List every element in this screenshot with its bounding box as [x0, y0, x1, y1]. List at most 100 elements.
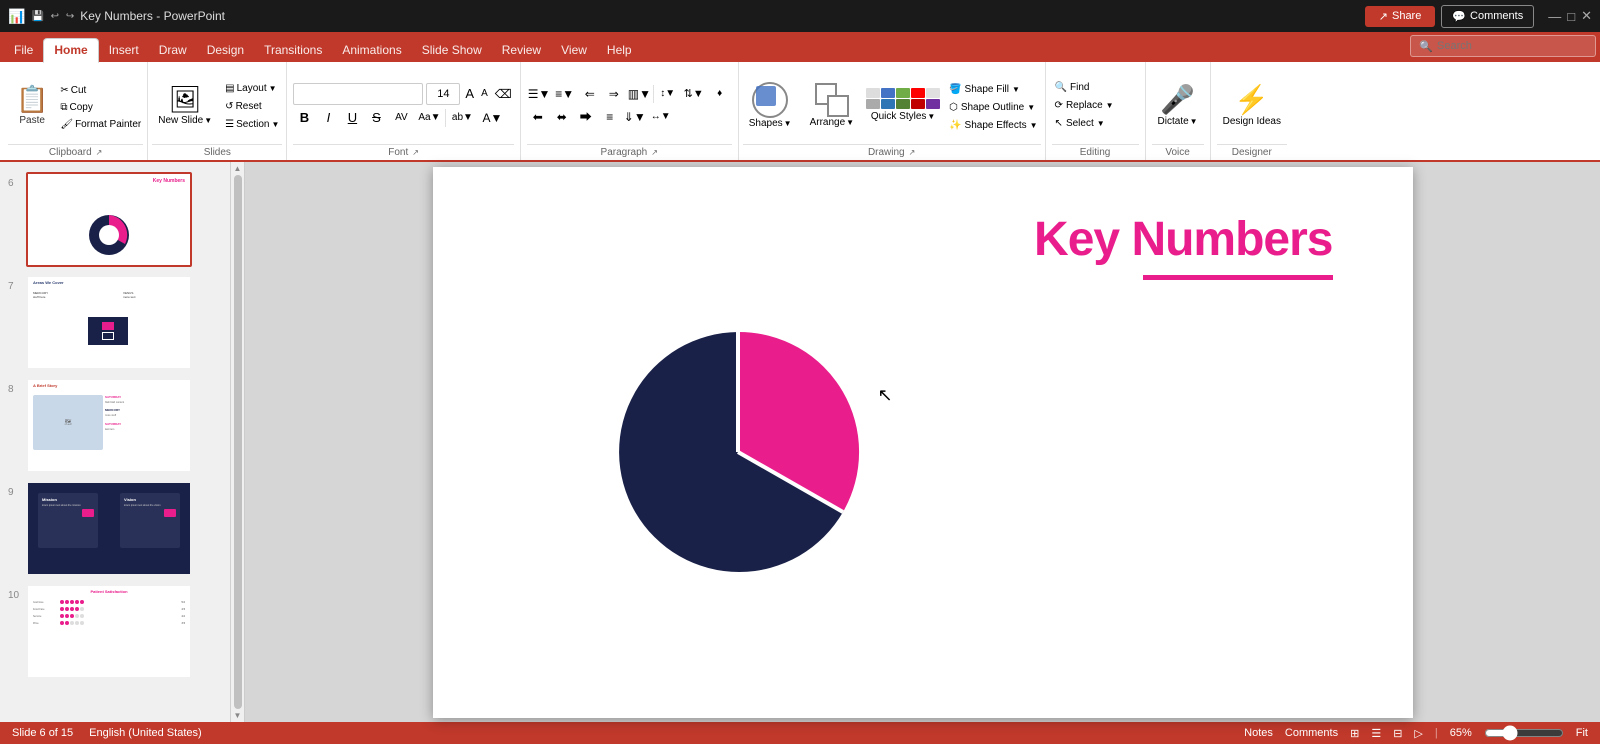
- design-ideas-icon: ⚡: [1234, 83, 1269, 116]
- shapes-button[interactable]: Shapes ▼: [743, 78, 798, 133]
- new-slide-button[interactable]: 🖼 New Slide ▼: [152, 80, 218, 130]
- zoom-slider[interactable]: [1484, 725, 1564, 741]
- search-bar[interactable]: 🔍: [1410, 35, 1596, 57]
- slide-thumb-7[interactable]: 7 Areas We Cover MERCURYstuff here VENUS…: [0, 273, 230, 372]
- cursor: ↖: [878, 385, 893, 406]
- dictate-button[interactable]: 🎤 Dictate ▼: [1152, 79, 1204, 131]
- font-name-input[interactable]: [293, 83, 423, 105]
- slide-thumb-10[interactable]: 10 Patient Satisfaction God Give: [0, 582, 230, 681]
- scroll-thumb[interactable]: [234, 175, 242, 709]
- increase-font-button[interactable]: A: [463, 84, 476, 103]
- slide-canvas-main[interactable]: Key Numbers ↖: [433, 167, 1413, 718]
- maximize-button[interactable]: □: [1567, 9, 1575, 24]
- sort-button[interactable]: ⇅▼: [682, 84, 706, 104]
- close-button[interactable]: ✕: [1581, 8, 1592, 24]
- slide-thumb-6[interactable]: 6 Key Numbers: [0, 170, 230, 269]
- text-case-button[interactable]: Aa▼: [415, 108, 443, 128]
- clear-format-button[interactable]: ⌫: [493, 85, 514, 103]
- select-button[interactable]: ↖ Select ▼: [1052, 116, 1139, 131]
- section-icon: ☰: [225, 119, 234, 130]
- title-bar-left: 📊 💾 ↩ ↪ Key Numbers - PowerPoint: [8, 8, 225, 25]
- tab-slideshow[interactable]: Slide Show: [412, 39, 492, 62]
- tab-draw[interactable]: Draw: [149, 39, 197, 62]
- share-button[interactable]: ↗ Share: [1365, 6, 1436, 27]
- numbering-button[interactable]: ≡▼: [553, 84, 577, 104]
- tab-home[interactable]: Home: [43, 38, 98, 63]
- font-expand-icon[interactable]: ↗: [412, 148, 419, 157]
- tab-file[interactable]: File: [4, 39, 43, 62]
- smartart-button[interactable]: ♦: [708, 84, 732, 104]
- format-painter-button[interactable]: 🖌 Format Painter: [58, 117, 143, 132]
- shape-outline-button[interactable]: ⬡ Shape Outline ▼: [946, 100, 1040, 115]
- slide-canvas-6: Key Numbers: [28, 174, 190, 265]
- view-outline-icon[interactable]: ☰: [1371, 727, 1381, 740]
- find-button[interactable]: 🔍 Find: [1052, 80, 1139, 95]
- copy-button[interactable]: ⧉ Copy: [58, 100, 143, 115]
- redo-icon[interactable]: ↪: [66, 11, 74, 22]
- replace-button[interactable]: ⟳ Replace ▼: [1052, 98, 1139, 113]
- decrease-font-button[interactable]: A: [479, 86, 490, 101]
- shape-effects-arrow: ▼: [1030, 121, 1038, 130]
- slide-thumb-8[interactable]: 8 A Brief Story 🗺 SATURDAY blah blah con…: [0, 376, 230, 475]
- save-icon[interactable]: 💾: [31, 11, 43, 22]
- search-input[interactable]: [1437, 40, 1587, 52]
- slide-panel-scrollbar[interactable]: ▲ ▼: [230, 162, 244, 722]
- strikethrough-button[interactable]: S: [365, 108, 387, 128]
- align-center-button[interactable]: ⬌: [551, 107, 573, 127]
- undo-icon[interactable]: ↩: [51, 11, 59, 22]
- align-right-button[interactable]: ⮕: [575, 107, 597, 127]
- slide8-map: 🗺: [33, 395, 103, 450]
- tab-insert[interactable]: Insert: [99, 39, 149, 62]
- comments-button[interactable]: 💬 Comments: [1441, 5, 1534, 28]
- italic-button[interactable]: I: [317, 108, 339, 128]
- fit-button[interactable]: Fit: [1576, 727, 1588, 739]
- notes-button[interactable]: Notes: [1244, 727, 1273, 739]
- slide-thumb-9[interactable]: 9 Mission lorem ipsum text about the mis…: [0, 479, 230, 578]
- tab-animations[interactable]: Animations: [332, 39, 411, 62]
- char-spacing-button[interactable]: AV: [389, 108, 413, 128]
- underline-button[interactable]: U: [341, 108, 363, 128]
- ribbon-group-designer: ⚡ Design Ideas Designer: [1211, 62, 1293, 160]
- shape-fill-button[interactable]: 🪣 Shape Fill ▼: [946, 82, 1040, 97]
- tab-design[interactable]: Design: [197, 39, 254, 62]
- tab-transitions[interactable]: Transitions: [254, 39, 332, 62]
- font-color-button[interactable]: A▼: [478, 108, 506, 128]
- drawing-expand-icon[interactable]: ↗: [909, 148, 916, 157]
- view-reading-icon[interactable]: ▷: [1414, 727, 1422, 740]
- tab-view[interactable]: View: [551, 39, 597, 62]
- reset-button[interactable]: ↺ Reset: [222, 99, 282, 114]
- cut-button[interactable]: ✂ Cut: [58, 83, 143, 98]
- para-expand-icon[interactable]: ↗: [651, 148, 658, 157]
- highlight-button[interactable]: ab▼: [448, 108, 476, 128]
- clipboard-expand-icon[interactable]: ↗: [96, 148, 103, 157]
- tab-help[interactable]: Help: [597, 39, 642, 62]
- comments-status-button[interactable]: Comments: [1285, 727, 1338, 739]
- layout-button[interactable]: ▤ Layout ▼: [222, 81, 282, 96]
- tab-review[interactable]: Review: [492, 39, 551, 62]
- view-grid-icon[interactable]: ⊟: [1393, 727, 1402, 740]
- minimize-button[interactable]: —: [1548, 9, 1561, 24]
- bullets-button[interactable]: ☰▼: [527, 84, 551, 104]
- bold-button[interactable]: B: [293, 108, 315, 128]
- scroll-up-button[interactable]: ▲: [234, 164, 242, 173]
- paste-button[interactable]: 📋 Paste: [8, 80, 56, 130]
- text-align-button[interactable]: ↔▼: [649, 107, 673, 127]
- scroll-down-button[interactable]: ▼: [234, 711, 242, 720]
- decrease-indent-button[interactable]: ⇐: [579, 84, 601, 104]
- slide-panel-container: 6 Key Numbers 7: [0, 162, 245, 722]
- text-direction-button[interactable]: ⇓▼: [623, 107, 647, 127]
- justify-button[interactable]: ≡: [599, 107, 621, 127]
- align-left-button[interactable]: ⬅: [527, 107, 549, 127]
- font-size-input[interactable]: [426, 83, 460, 105]
- arrange-button[interactable]: Arrange ▼: [804, 79, 861, 132]
- line-spacing-button[interactable]: ↕▼: [656, 84, 680, 104]
- design-ideas-button[interactable]: ⚡ Design Ideas: [1217, 79, 1287, 131]
- paste-icon: 📋: [16, 84, 48, 115]
- shape-effects-button[interactable]: ✨ Shape Effects ▼: [946, 118, 1040, 133]
- increase-indent-button[interactable]: ⇒: [603, 84, 625, 104]
- section-button[interactable]: ☰ Section ▼: [222, 117, 282, 132]
- columns-button[interactable]: ▥▼: [627, 84, 651, 104]
- share-icon: ↗: [1379, 10, 1388, 23]
- view-normal-icon[interactable]: ⊞: [1350, 727, 1359, 740]
- quick-styles-button[interactable]: Quick Styles ▼: [866, 88, 940, 122]
